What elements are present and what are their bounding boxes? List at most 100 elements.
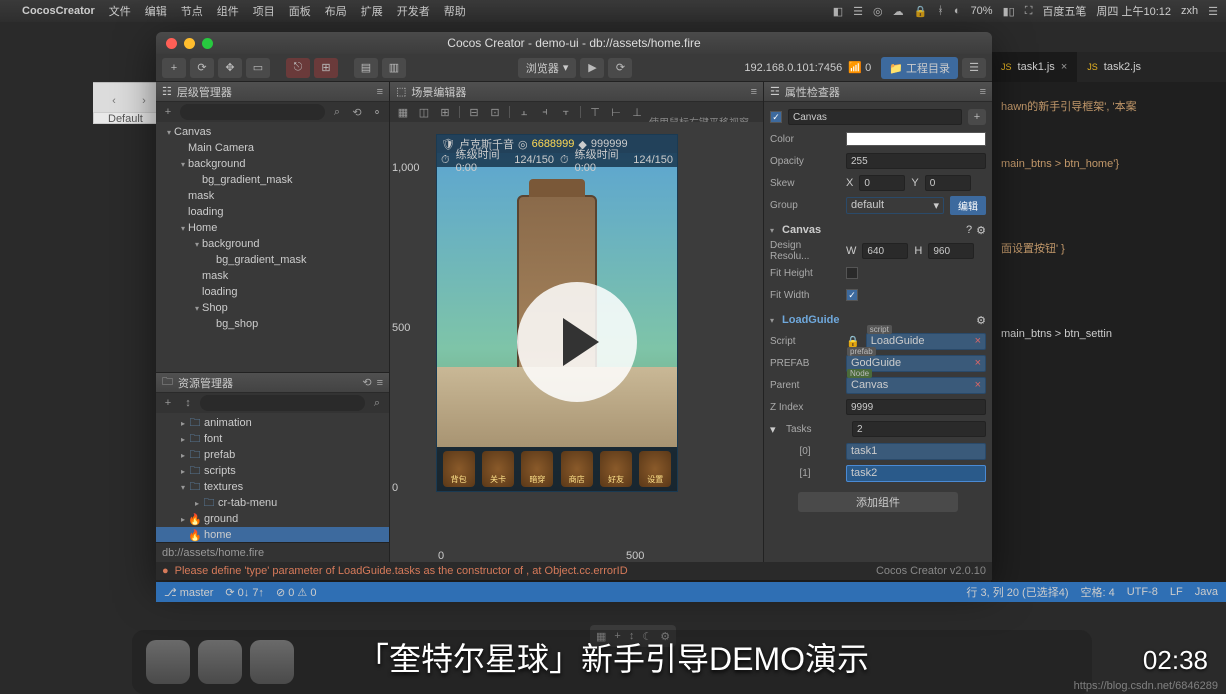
- reload-preview-button[interactable]: ⟳: [608, 58, 632, 78]
- dock-app-icon[interactable]: [250, 640, 294, 684]
- scene-tool-btn[interactable]: ⊡: [486, 104, 504, 120]
- scene-tool-btn[interactable]: ▦: [394, 104, 412, 120]
- forward-button[interactable]: ›: [133, 90, 155, 112]
- align-right-btn[interactable]: ⫟: [557, 104, 575, 120]
- panel-refresh-icon[interactable]: ⟲: [362, 376, 371, 389]
- canvas-section-header[interactable]: ▾Canvas?⚙: [770, 220, 986, 240]
- scene-tool-btn[interactable]: ⊟: [465, 104, 483, 120]
- anchor-tool[interactable]: ⎋: [286, 58, 310, 78]
- hierarchy-node[interactable]: loading: [156, 284, 389, 300]
- menu-project[interactable]: 项目: [253, 3, 275, 19]
- add-asset-button[interactable]: +: [160, 397, 176, 409]
- opacity-input[interactable]: [846, 153, 986, 169]
- language-mode[interactable]: Java: [1195, 586, 1218, 598]
- fit-width-checkbox[interactable]: [846, 289, 858, 301]
- window-close-button[interactable]: [166, 38, 177, 49]
- align-middle-btn[interactable]: ⊢: [607, 104, 625, 120]
- gear-icon[interactable]: ⚙: [976, 224, 986, 237]
- align-tool[interactable]: ▤: [354, 58, 378, 78]
- skew-y-input[interactable]: [925, 175, 971, 191]
- hierarchy-node[interactable]: ▾background: [156, 156, 389, 172]
- search-icon[interactable]: ⌕: [329, 106, 345, 119]
- user-name[interactable]: zxh: [1181, 5, 1198, 17]
- assets-tree[interactable]: ▸🗀animation▸🗀font▸🗀prefab▸🗀scripts▾🗀text…: [156, 413, 389, 542]
- hierarchy-node[interactable]: Main Camera: [156, 140, 389, 156]
- align-center-btn[interactable]: ⫞: [536, 104, 554, 120]
- asset-item[interactable]: ▸🔥ground: [156, 511, 389, 527]
- dock-app-icon[interactable]: [146, 640, 190, 684]
- game-nav-button[interactable]: 好友: [600, 451, 632, 487]
- editor-tab-task1[interactable]: JStask1.js×: [991, 52, 1077, 82]
- ime-name[interactable]: 百度五笔: [1042, 3, 1086, 19]
- code-body[interactable]: hawn的新手引导框架', '本案 main_btns > btn_home'}…: [991, 82, 1226, 358]
- add-node-button[interactable]: +: [160, 106, 176, 118]
- window-minimize-button[interactable]: [184, 38, 195, 49]
- remove-icon[interactable]: ×: [975, 357, 981, 369]
- game-nav-button[interactable]: 关卡: [482, 451, 514, 487]
- back-button[interactable]: ‹: [103, 90, 125, 112]
- game-nav-button[interactable]: 暗穿: [521, 451, 553, 487]
- video-play-button[interactable]: [517, 282, 637, 402]
- game-nav-button[interactable]: 背包: [443, 451, 475, 487]
- preview-dropdown[interactable]: 浏览器▾: [518, 58, 577, 78]
- group-dropdown[interactable]: default▾: [846, 197, 944, 214]
- dock-app-icon[interactable]: [198, 640, 242, 684]
- window-zoom-button[interactable]: [202, 38, 213, 49]
- panel-menu-icon[interactable]: ≡: [980, 86, 986, 98]
- app-name[interactable]: CocosCreator: [22, 5, 95, 17]
- editor-tab-task2[interactable]: JStask2.js: [1077, 52, 1151, 82]
- scene-tool-btn[interactable]: ⊞: [436, 104, 454, 120]
- git-sync[interactable]: ⟳ 0↓ 7↑: [225, 586, 264, 599]
- refresh-button[interactable]: ⟳: [190, 58, 214, 78]
- group-edit-button[interactable]: 编辑: [950, 196, 986, 215]
- menu-node[interactable]: 节点: [181, 3, 203, 19]
- hierarchy-node[interactable]: bg_shop: [156, 316, 389, 332]
- encoding[interactable]: UTF-8: [1127, 586, 1158, 598]
- game-nav-button[interactable]: 商店: [561, 451, 593, 487]
- fit-height-checkbox[interactable]: [846, 267, 858, 279]
- tasks-count-input[interactable]: [852, 421, 986, 437]
- add-button[interactable]: +: [162, 58, 186, 78]
- scene-tool-btn[interactable]: ◫: [415, 104, 433, 120]
- remove-icon[interactable]: ×: [975, 379, 981, 391]
- hierarchy-node[interactable]: mask: [156, 188, 389, 204]
- hierarchy-node[interactable]: ▾Shop: [156, 300, 389, 316]
- help-icon[interactable]: ?: [966, 224, 972, 236]
- asset-item[interactable]: 🔥home: [156, 527, 389, 542]
- align-left-btn[interactable]: ⫠: [515, 104, 533, 120]
- panel-menu-icon[interactable]: ≡: [377, 377, 383, 389]
- filter-button[interactable]: ⚬: [369, 106, 385, 119]
- siri-icon[interactable]: ☰: [1208, 5, 1218, 18]
- console-bar[interactable]: ● Please define 'type' parameter of Load…: [156, 562, 992, 580]
- align-top-btn[interactable]: ⊤: [586, 104, 604, 120]
- task0-chip[interactable]: task1: [846, 443, 986, 460]
- hierarchy-node[interactable]: ▾Home: [156, 220, 389, 236]
- hierarchy-node[interactable]: ▾background: [156, 236, 389, 252]
- project-dir-button[interactable]: 📁 工程目录: [881, 57, 958, 79]
- problems[interactable]: ⊘ 0 ⚠ 0: [276, 586, 317, 599]
- task1-chip[interactable]: task2: [846, 465, 986, 482]
- panel-menu-icon[interactable]: ≡: [751, 86, 757, 98]
- eol[interactable]: LF: [1170, 586, 1183, 598]
- panel-menu-icon[interactable]: ≡: [377, 86, 383, 98]
- menu-extension[interactable]: 扩展: [361, 3, 383, 19]
- move-tool[interactable]: ✥: [218, 58, 242, 78]
- add-component-button[interactable]: 添加组件: [798, 492, 958, 512]
- rect-tool[interactable]: ▭: [246, 58, 270, 78]
- clock[interactable]: 周四 上午10:12: [1096, 3, 1171, 19]
- scene-viewport[interactable]: 1,000 500 0 0 500 🛡 卢克斯千音 ◎ 6688999 ◆: [390, 122, 763, 562]
- hierarchy-search[interactable]: [180, 104, 325, 120]
- browser-tab[interactable]: Default: [93, 112, 158, 124]
- gear-icon[interactable]: ⚙: [976, 314, 986, 327]
- hierarchy-tree[interactable]: ▾CanvasMain Camera▾backgroundbg_gradient…: [156, 122, 389, 372]
- hierarchy-node[interactable]: mask: [156, 268, 389, 284]
- remove-icon[interactable]: ×: [975, 335, 981, 347]
- node-active-checkbox[interactable]: [770, 111, 782, 123]
- menu-component[interactable]: 组件: [217, 3, 239, 19]
- skew-x-input[interactable]: [859, 175, 905, 191]
- git-branch[interactable]: ⎇ master: [164, 586, 213, 599]
- assets-search[interactable]: [200, 395, 365, 411]
- menu-button[interactable]: ☰: [962, 58, 986, 78]
- menu-edit[interactable]: 编辑: [145, 3, 167, 19]
- design-h-input[interactable]: [928, 243, 974, 259]
